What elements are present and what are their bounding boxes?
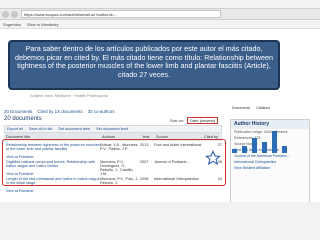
sort-label: Sort on:	[170, 118, 185, 123]
author-history-title: Author History	[231, 120, 309, 129]
url-field[interactable]: https://www.scopus.com/authid/detail.uri…	[21, 10, 221, 18]
export-all-button[interactable]: Export all	[7, 127, 23, 131]
explanation-callout: Para saber dentro de los artículos publi…	[8, 40, 280, 90]
back-icon[interactable]	[2, 10, 9, 18]
browser-window: https://www.scopus.com/authid/detail.uri…	[0, 8, 320, 211]
sort-control: Sort on: Date (newest)	[170, 117, 219, 124]
tab-documents[interactable]: 20 Documents	[4, 109, 32, 114]
chart-bar	[232, 149, 237, 153]
chart-bar	[262, 142, 267, 153]
document-feed-button[interactable]: Set document feed	[96, 127, 128, 131]
slide-frame: https://www.scopus.com/authid/detail.uri…	[0, 0, 320, 240]
tab-cited-by[interactable]: Cited by 1X documents	[37, 109, 82, 114]
view-publisher-link[interactable]: View at Publisher	[6, 189, 34, 193]
documents-count: 20 documents	[4, 116, 42, 122]
bookmark-item[interactable]: Sugeridos	[3, 20, 21, 28]
chart-bar	[252, 138, 257, 153]
highlight-box	[2, 139, 226, 186]
subject-text: Subject area: Medicine · Health Professi…	[30, 93, 108, 98]
chart-bar	[272, 131, 277, 153]
sort-select[interactable]: Date (newest)	[187, 117, 219, 124]
chart-bar	[282, 146, 287, 153]
bookmarks-bar: Sugeridos Slice to Mendeley	[0, 20, 320, 29]
tab-coauthors[interactable]: 30 co-authors	[88, 109, 115, 114]
forward-icon[interactable]	[11, 10, 18, 18]
slide-footer	[0, 202, 320, 240]
related-affiliation-link[interactable]: View Related Affiliation	[231, 165, 309, 171]
star-icon	[205, 150, 221, 166]
address-bar: https://www.scopus.com/authid/detail.uri…	[0, 9, 320, 20]
chart-bar	[242, 146, 247, 153]
author-tabs: 20 Documents Cited by 1X documents 30 co…	[4, 109, 115, 114]
legend-citations: Citations	[256, 106, 271, 110]
chart-legend: Documents Citations	[232, 106, 270, 110]
legend-documents: Documents	[232, 106, 251, 110]
bookmark-item[interactable]: Slice to Mendeley	[27, 20, 59, 28]
results-toolbar: Export all Save all to list Set document…	[4, 125, 222, 133]
documents-citations-chart	[228, 129, 298, 153]
document-alert-button[interactable]: Set document alert	[58, 127, 90, 131]
save-list-button[interactable]: Save all to list	[29, 127, 52, 131]
